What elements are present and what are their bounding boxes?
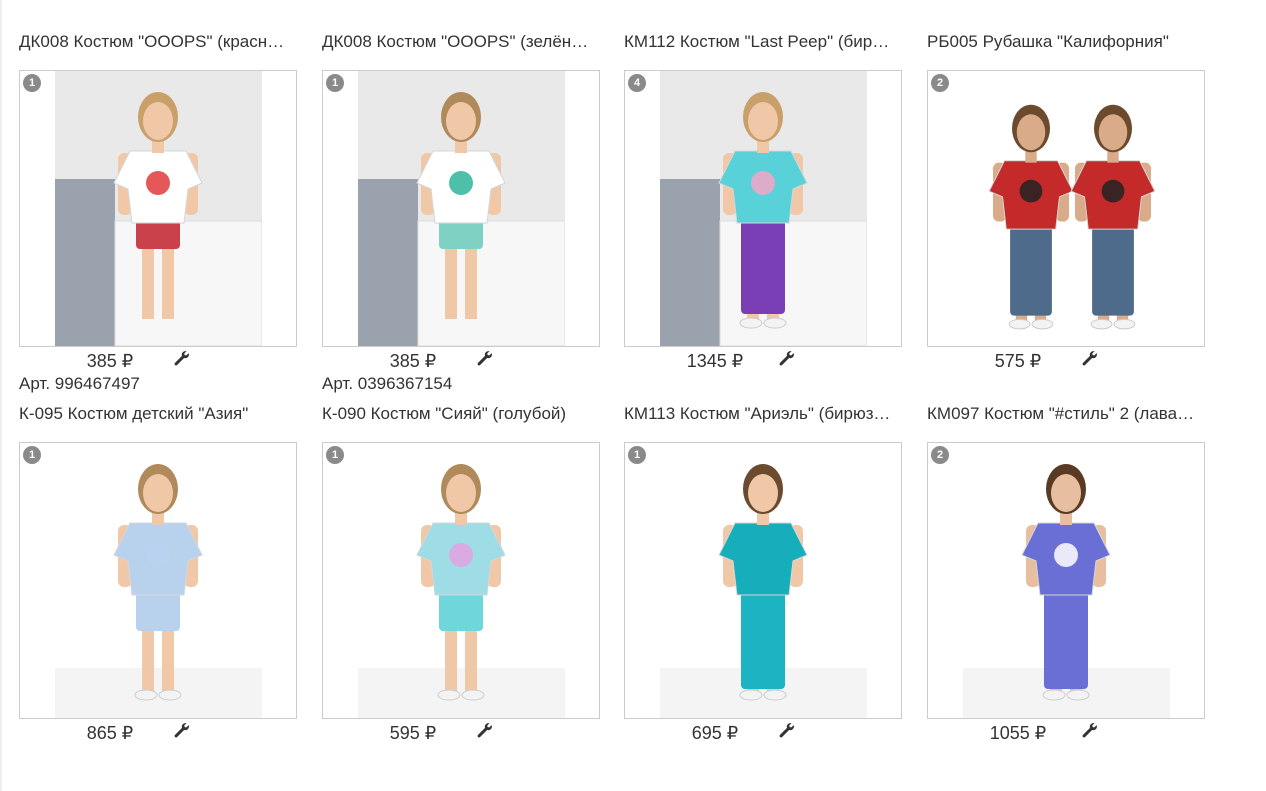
product-title-link[interactable]: КМ112 Костюм "Last Peep" (бирюзовый) [624,31,894,53]
product-image [660,71,867,346]
wrench-icon[interactable] [1082,351,1098,367]
product-card[interactable]: ДК008 Костюм "OOOPS" (зелёный) 1 385 ₽ [322,20,600,374]
product-title-link[interactable]: РБ005 Рубашка "Калифорния" [927,31,1197,53]
product-card[interactable]: РБ005 Рубашка "Калифорния" 2 575 ₽ [927,20,1205,374]
product-title-link[interactable]: КМ113 Костюм "Ариэль" (бирюзовый) [624,403,894,425]
photo-count-badge: 1 [326,74,344,92]
product-image [55,71,262,346]
product-image [963,443,1170,718]
product-photo[interactable]: 1 [624,442,902,719]
product-title-link[interactable]: ДК008 Костюм "OOOPS" (красный) [19,31,289,53]
product-image [660,443,867,718]
product-image [55,443,262,718]
wrench-icon[interactable] [477,723,493,739]
photo-count-badge: 4 [628,74,646,92]
photo-count-badge: 1 [326,446,344,464]
product-photo[interactable]: 2 [927,70,1205,347]
product-photo[interactable]: 2 [927,442,1205,719]
product-card[interactable]: Арт. 996467497 К-095 Костюм детский "Азия… [19,374,297,746]
product-photo[interactable]: 1 [322,442,600,719]
product-card[interactable]: КМ097 Костюм "#стиль" 2 (лавандовый) 2 1… [927,392,1205,746]
product-photo[interactable]: 1 [19,442,297,719]
wrench-icon[interactable] [1082,723,1098,739]
photo-count-badge: 1 [23,446,41,464]
product-image [358,71,565,346]
photo-count-badge: 1 [23,74,41,92]
wrench-icon[interactable] [779,723,795,739]
product-title-link[interactable]: К-095 Костюм детский "Азия" [19,403,289,425]
product-photo[interactable]: 1 [322,70,600,347]
photo-count-badge: 2 [931,74,949,92]
product-photo[interactable]: 4 [624,70,902,347]
product-title-link[interactable]: К-090 Костюм "Сияй" (голубой) [322,403,592,425]
product-image [963,71,1170,346]
product-card[interactable]: КМ113 Костюм "Ариэль" (бирюзовый) 1 695 … [624,392,902,746]
product-article: Арт. 0396367154 [322,374,453,393]
product-article: Арт. 996467497 [19,374,140,393]
product-title-link[interactable]: ДК008 Костюм "OOOPS" (зелёный) [322,31,592,53]
product-title-link[interactable]: КМ097 Костюм "#стиль" 2 (лавандовый) [927,403,1197,425]
product-card[interactable]: Арт. 0396367154 К-090 Костюм "Сияй" (голу… [322,374,600,746]
wrench-icon[interactable] [779,351,795,367]
product-image [358,443,565,718]
product-card[interactable]: КМ112 Костюм "Last Peep" (бирюзовый) 4 1… [624,20,902,374]
wrench-icon[interactable] [174,351,190,367]
wrench-icon[interactable] [477,351,493,367]
product-card[interactable]: ДК008 Костюм "OOOPS" (красный) 1 385 ₽ [19,20,297,374]
page-left-border [0,0,2,791]
photo-count-badge: 1 [628,446,646,464]
photo-count-badge: 2 [931,446,949,464]
wrench-icon[interactable] [174,723,190,739]
product-photo[interactable]: 1 [19,70,297,347]
